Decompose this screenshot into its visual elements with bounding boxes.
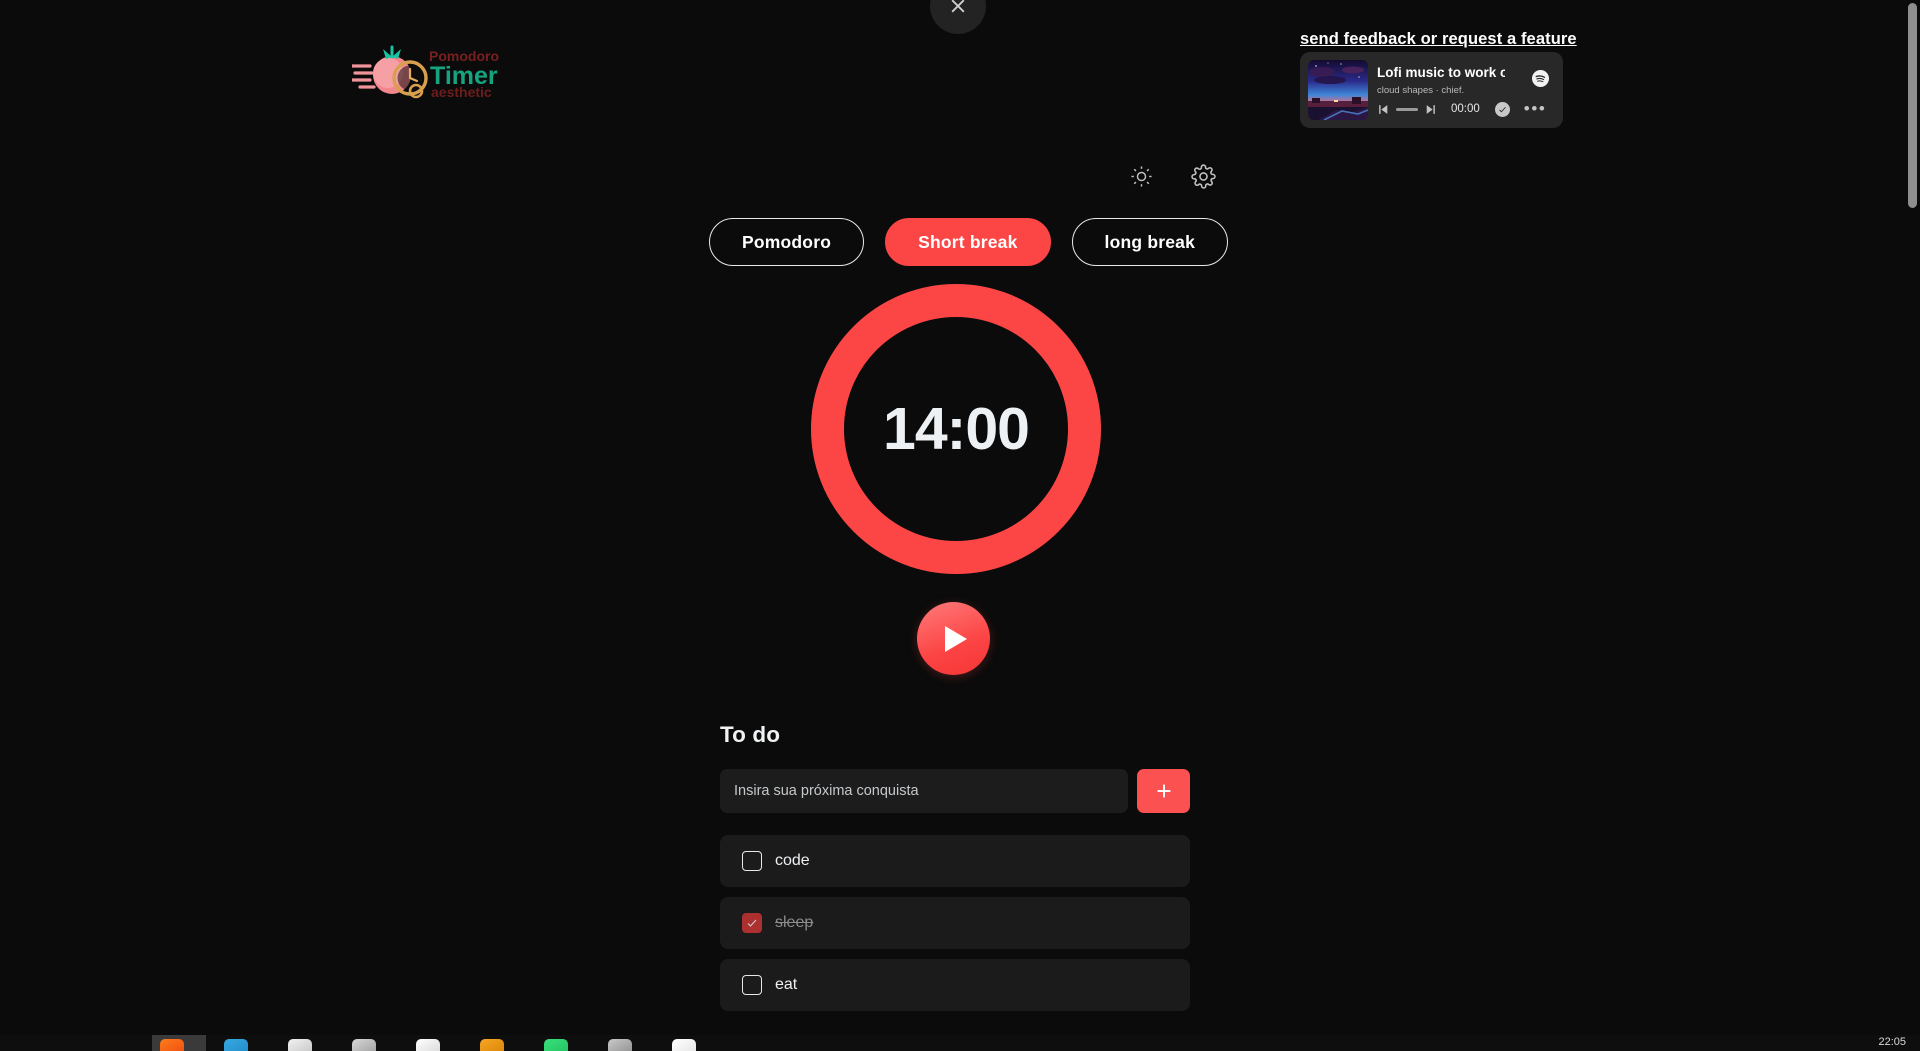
todo-item-label: code (775, 852, 810, 869)
todo-list: code sleep eat (720, 835, 1190, 1011)
firefox-icon[interactable] (160, 1039, 184, 1051)
browser-taskbar-icon[interactable] (672, 1039, 696, 1051)
spotify-track-title: Lofi music to work o (1377, 64, 1505, 80)
todo-item-eat[interactable]: eat (720, 959, 1190, 1011)
logo-text-aesthetic: aesthetic (431, 84, 492, 100)
todo-heading: To do (720, 722, 781, 747)
play-icon (945, 625, 967, 652)
files-icon[interactable] (288, 1039, 312, 1051)
tab-long-break[interactable]: long break (1071, 218, 1229, 266)
progress-bar[interactable] (1396, 107, 1418, 111)
taskbar-icons (160, 1039, 696, 1051)
plus-icon (1157, 784, 1170, 798)
taskbar-clock: 22:05 (1878, 1036, 1906, 1048)
timer-mode-tabs: Pomodoro Short break long break (709, 218, 1229, 266)
editor-icon[interactable] (416, 1039, 440, 1051)
todo-input-row (720, 769, 1190, 813)
app-window: Pomodoro Timer aesthetic send feedback o… (0, 0, 1920, 1051)
os-taskbar: 22:05 (0, 1035, 1920, 1051)
spotify-track-subtitle: cloud shapes · chief. (1377, 84, 1465, 96)
previous-icon[interactable] (1377, 103, 1390, 116)
tab-pomodoro[interactable]: Pomodoro (709, 218, 865, 266)
send-feedback-link[interactable]: send feedback or request a feature (1300, 30, 1577, 49)
todo-item-sleep[interactable]: sleep (720, 897, 1190, 949)
todo-item-code[interactable]: code (720, 835, 1190, 887)
timer-ring-circle: 14:00 (811, 284, 1101, 574)
spotify-widget[interactable]: Lofi music to work o cloud shapes · chie… (1300, 52, 1563, 128)
scrollbar-track[interactable] (1905, 0, 1920, 1035)
app-logo: Pomodoro Timer aesthetic (352, 42, 512, 100)
sun-icon[interactable] (1130, 165, 1153, 193)
checkbox-checked-icon[interactable] (742, 913, 762, 933)
spotify-icon (1532, 69, 1549, 92)
spotify-time: 00:00 (1451, 103, 1480, 115)
terminal-icon[interactable] (352, 1039, 376, 1051)
timer-ring: 14:00 (811, 284, 1101, 574)
add-todo-button[interactable] (1137, 769, 1190, 813)
checkbox-unchecked-icon[interactable] (742, 851, 762, 871)
more-options-icon[interactable]: ••• (1524, 100, 1547, 117)
checkbox-unchecked-icon[interactable] (742, 975, 762, 995)
spotify-taskbar-icon[interactable] (544, 1039, 568, 1051)
telegram-icon[interactable] (224, 1039, 248, 1051)
timer-display: 14:00 (883, 396, 1030, 462)
close-icon (951, 0, 965, 13)
toolbar (1130, 164, 1216, 194)
scrollbar-thumb[interactable] (1908, 3, 1917, 208)
next-icon[interactable] (1424, 103, 1437, 116)
play-button[interactable] (917, 602, 990, 675)
todo-input[interactable] (720, 769, 1128, 813)
saved-check-icon[interactable] (1494, 101, 1510, 117)
settings-taskbar-icon[interactable] (608, 1039, 632, 1051)
notes-icon[interactable] (480, 1039, 504, 1051)
gear-icon[interactable] (1191, 164, 1216, 194)
tab-short-break[interactable]: Short break (885, 218, 1051, 266)
album-art (1308, 60, 1368, 120)
todo-item-label: sleep (775, 914, 814, 931)
todo-item-label: eat (775, 976, 798, 993)
close-button[interactable] (930, 0, 986, 34)
todo-section: To do code sleep eat (720, 722, 1190, 1011)
